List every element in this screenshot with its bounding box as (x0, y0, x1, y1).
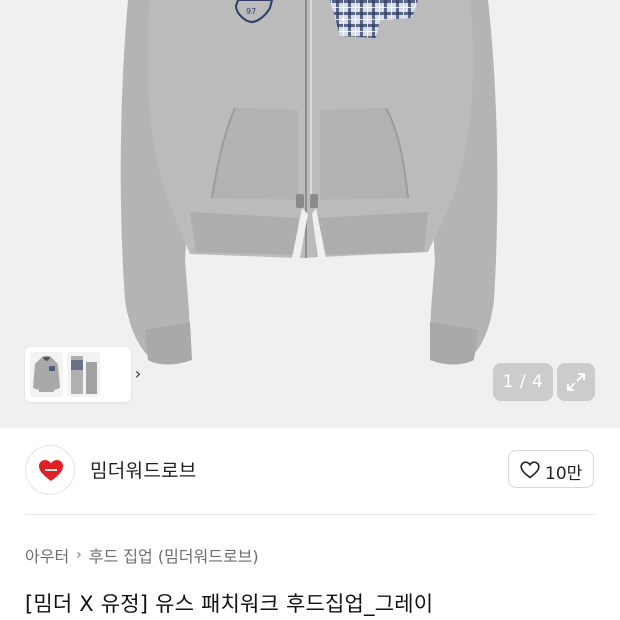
thumbnail-next-chevron[interactable]: › (128, 364, 148, 384)
like-button[interactable]: 10만 (508, 450, 594, 488)
heart-outline-icon (520, 461, 540, 479)
image-counter: 1 / 4 (493, 363, 553, 401)
breadcrumb: 아우터 › 후드 집업 (밈더워드로브) (25, 543, 259, 567)
red-heart-icon (39, 460, 63, 481)
thumbnail-hoodie-front[interactable] (30, 352, 63, 397)
like-count: 10만 (545, 464, 583, 484)
hoodie-detail-thumb (67, 352, 100, 397)
breadcrumb-subcategory[interactable]: 후드 집업 (밈더워드로브) (89, 543, 259, 567)
divider (25, 514, 595, 515)
expand-image-button[interactable] (557, 363, 595, 401)
brand-row[interactable]: 밈더워드로브 10만 (0, 428, 620, 514)
hoodie-front-thumb (30, 352, 63, 397)
breadcrumb-chevron-icon: › (76, 547, 82, 563)
svg-text:97: 97 (246, 7, 256, 16)
thumbnail-hoodie-detail[interactable] (67, 352, 100, 397)
breadcrumb-category[interactable]: 아우터 (25, 543, 69, 567)
thumbnail-strip[interactable]: › (25, 347, 141, 402)
brand-logo[interactable] (25, 445, 75, 495)
product-image-gallery[interactable]: 97 › 1 / 4 (0, 0, 620, 428)
product-title: [밈더 X 유정] 유스 패치워크 후드집업_그레이 (25, 592, 434, 616)
brand-name[interactable]: 밈더워드로브 (90, 456, 197, 483)
expand-arrows-icon (567, 373, 585, 391)
